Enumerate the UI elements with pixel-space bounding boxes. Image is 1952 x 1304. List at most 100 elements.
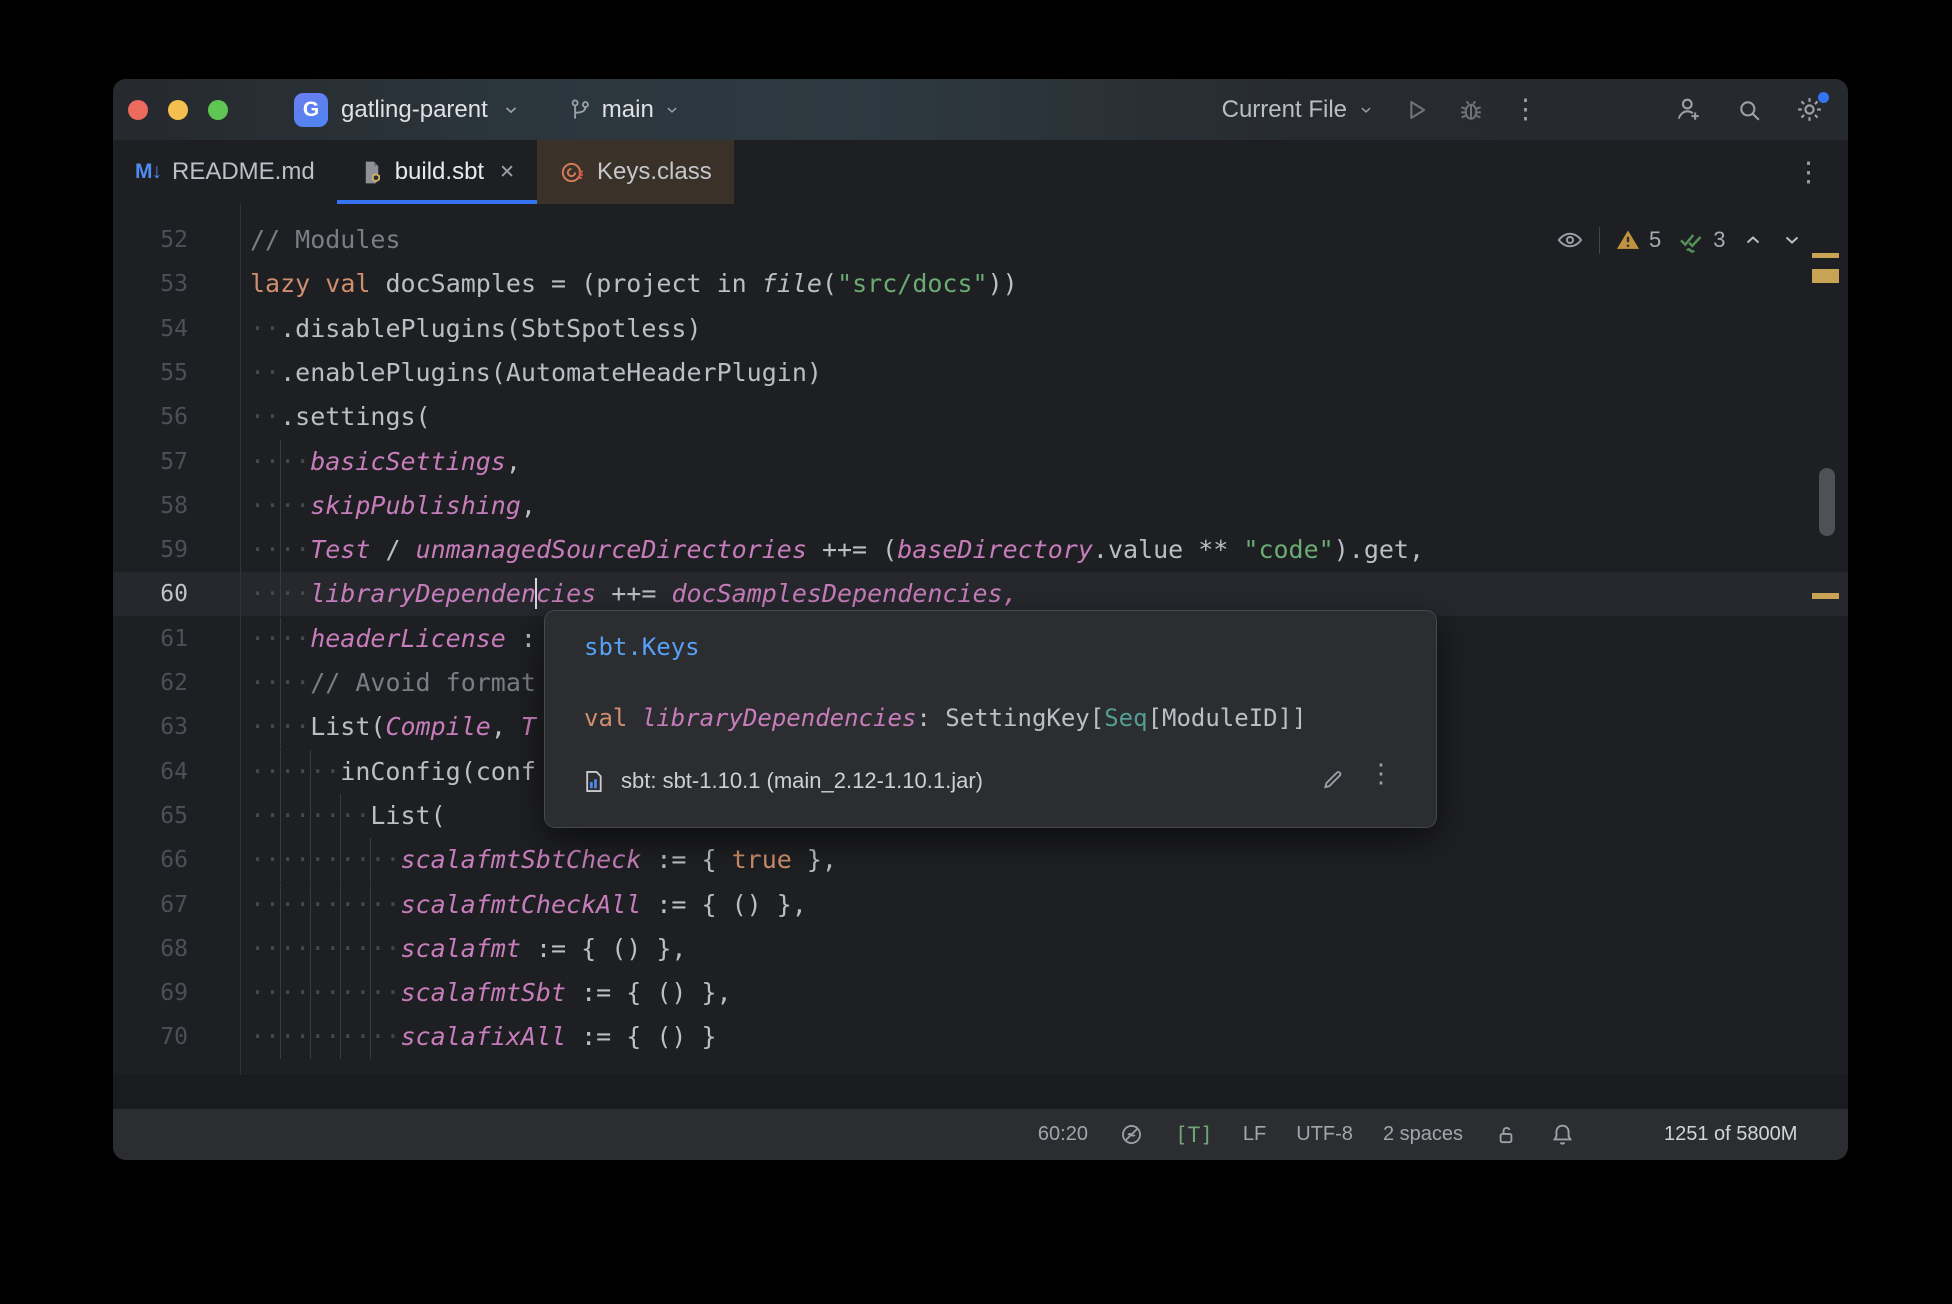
status-bar: 60:20 [T] LF UTF-8 2 spaces [113,1109,1848,1160]
code-line-70[interactable]: 70··········scalafixAll := { () } [113,1015,1848,1059]
passed-checks-button[interactable]: 3 [1676,225,1725,255]
line-number[interactable]: 63 [113,705,188,749]
inspections-widget: 5 3 [1556,221,1804,259]
project-widget[interactable]: G gatling-parent [294,93,521,127]
indent-guide: ·· [310,750,340,794]
line-number[interactable]: 56 [113,395,188,439]
code-line-55[interactable]: 55··.enablePlugins(AutomateHeaderPlugin) [113,351,1848,395]
code-line-59[interactable]: 59····Test / unmanagedSourceDirectories … [113,528,1848,572]
line-number[interactable]: 55 [113,351,188,395]
settings-button[interactable] [1795,95,1824,124]
stripe-current-line-marker[interactable] [1812,593,1839,599]
code-line-54[interactable]: 54··.disablePlugins(SbtSpotless) [113,307,1848,351]
close-window-button[interactable] [128,100,148,120]
indent-guide: ·· [250,661,280,705]
tab-build-sbt[interactable]: build.sbt ✕ [337,140,537,204]
type-aware-highlighting-widget[interactable]: [T] [1175,1123,1213,1147]
code-line-68[interactable]: 68··········scalafmt := { () }, [113,927,1848,971]
edit-source-button[interactable] [1320,766,1346,792]
line-number[interactable]: 65 [113,794,188,838]
indent-guide: ·· [340,927,370,971]
popup-source-text: sbt: sbt-1.10.1 (main_2.12-1.10.1.jar) [621,768,983,794]
highlighting-level-button[interactable] [1556,226,1584,254]
tab-label: build.sbt [395,158,484,186]
caret-position-widget[interactable]: 60:20 [1038,1123,1088,1146]
run-widget: Current File ⋮ [1222,96,1539,124]
indent-guide: ·· [250,528,280,572]
debug-button[interactable] [1457,96,1485,124]
code-line-69[interactable]: 69··········scalafmtSbt := { () }, [113,971,1848,1015]
code-line-text: ····headerLicense : [250,617,536,661]
debug-icon [1457,96,1485,124]
warning-triangle-icon [1615,227,1641,253]
vcs-widget[interactable]: main [567,96,681,124]
chevron-down-icon [1780,228,1804,252]
stripe-warning-marker[interactable] [1812,269,1839,283]
line-separator-widget[interactable]: LF [1243,1123,1266,1146]
code-line-text: // Modules [250,218,401,262]
project-name: gatling-parent [341,96,488,124]
tab-readme-md[interactable]: M↓ README.md [113,140,337,204]
line-number[interactable]: 59 [113,528,188,572]
tab-options-kebab-icon[interactable]: ⋮ [1795,159,1822,186]
line-number[interactable]: 54 [113,307,188,351]
indent-guide: ·· [280,883,310,927]
indent-guide: ·· [250,794,280,838]
run-configuration-select[interactable]: Current File [1222,96,1375,124]
code-with-me-button[interactable] [1674,95,1703,124]
popup-namespace[interactable]: sbt.Keys [584,633,700,661]
warning-count: 5 [1649,227,1661,253]
code-line-text: ····List(Compile, T [250,705,536,749]
indent-guide: ·· [280,971,310,1015]
popup-options-kebab-icon[interactable]: ⋮ [1368,759,1394,789]
indent-guide: ·· [250,307,280,351]
previous-problem-button[interactable] [1741,228,1765,252]
line-number[interactable]: 62 [113,661,188,705]
close-icon[interactable]: ✕ [499,161,515,184]
readonly-toggle-widget[interactable] [1493,1122,1519,1148]
code-line-56[interactable]: 56··.settings( [113,395,1848,439]
indent-guide: ·· [370,971,400,1015]
line-number[interactable]: 64 [113,750,188,794]
line-number[interactable]: 61 [113,617,188,661]
code-line-text: ······inConfig(conf [250,750,536,794]
bell-icon [1549,1121,1576,1148]
tab-label: Keys.class [597,158,712,186]
line-number[interactable]: 52 [113,218,188,262]
line-number[interactable]: 68 [113,927,188,971]
stripe-warning-marker[interactable] [1812,253,1839,258]
scrollbar-thumb[interactable] [1819,468,1835,536]
warnings-button[interactable]: 5 [1615,227,1661,253]
code-line-text: ····skipPublishing, [250,484,536,528]
add-user-icon [1674,95,1703,124]
code-line-67[interactable]: 67··········scalafmtCheckAll := { () }, [113,883,1848,927]
line-number[interactable]: 66 [113,838,188,882]
search-everywhere-button[interactable] [1735,96,1763,124]
notifications-widget[interactable] [1549,1121,1576,1148]
no-inspection-widget[interactable] [1118,1121,1145,1148]
code-line-57[interactable]: 57····basicSettings, [113,440,1848,484]
code-line-53[interactable]: 53lazy val docSamples = (project in file… [113,262,1848,306]
run-icon [1402,96,1430,124]
zoom-window-button[interactable] [208,100,228,120]
line-number[interactable]: 57 [113,440,188,484]
line-number[interactable]: 58 [113,484,188,528]
code-line-66[interactable]: 66··········scalafmtSbtCheck := { true }… [113,838,1848,882]
search-icon [1735,96,1763,124]
minimize-window-button[interactable] [168,100,188,120]
line-number[interactable]: 53 [113,262,188,306]
code-line-text: ····// Avoid format [250,661,536,705]
memory-indicator-widget[interactable]: 1251 of 5800M [1606,1117,1832,1153]
line-number[interactable]: 60 [113,572,188,616]
run-button[interactable] [1402,96,1430,124]
code-line-58[interactable]: 58 ····skipPublishing, [113,484,1848,528]
encoding-widget[interactable]: UTF-8 [1296,1123,1353,1146]
line-number[interactable]: 70 [113,1015,188,1059]
next-problem-button[interactable] [1780,228,1804,252]
tab-keys-class[interactable]: Keys.class [537,140,734,204]
line-number[interactable]: 67 [113,883,188,927]
pencil-icon [1320,766,1346,792]
indent-widget[interactable]: 2 spaces [1383,1123,1463,1146]
more-actions-button[interactable]: ⋮ [1512,96,1539,123]
line-number[interactable]: 69 [113,971,188,1015]
